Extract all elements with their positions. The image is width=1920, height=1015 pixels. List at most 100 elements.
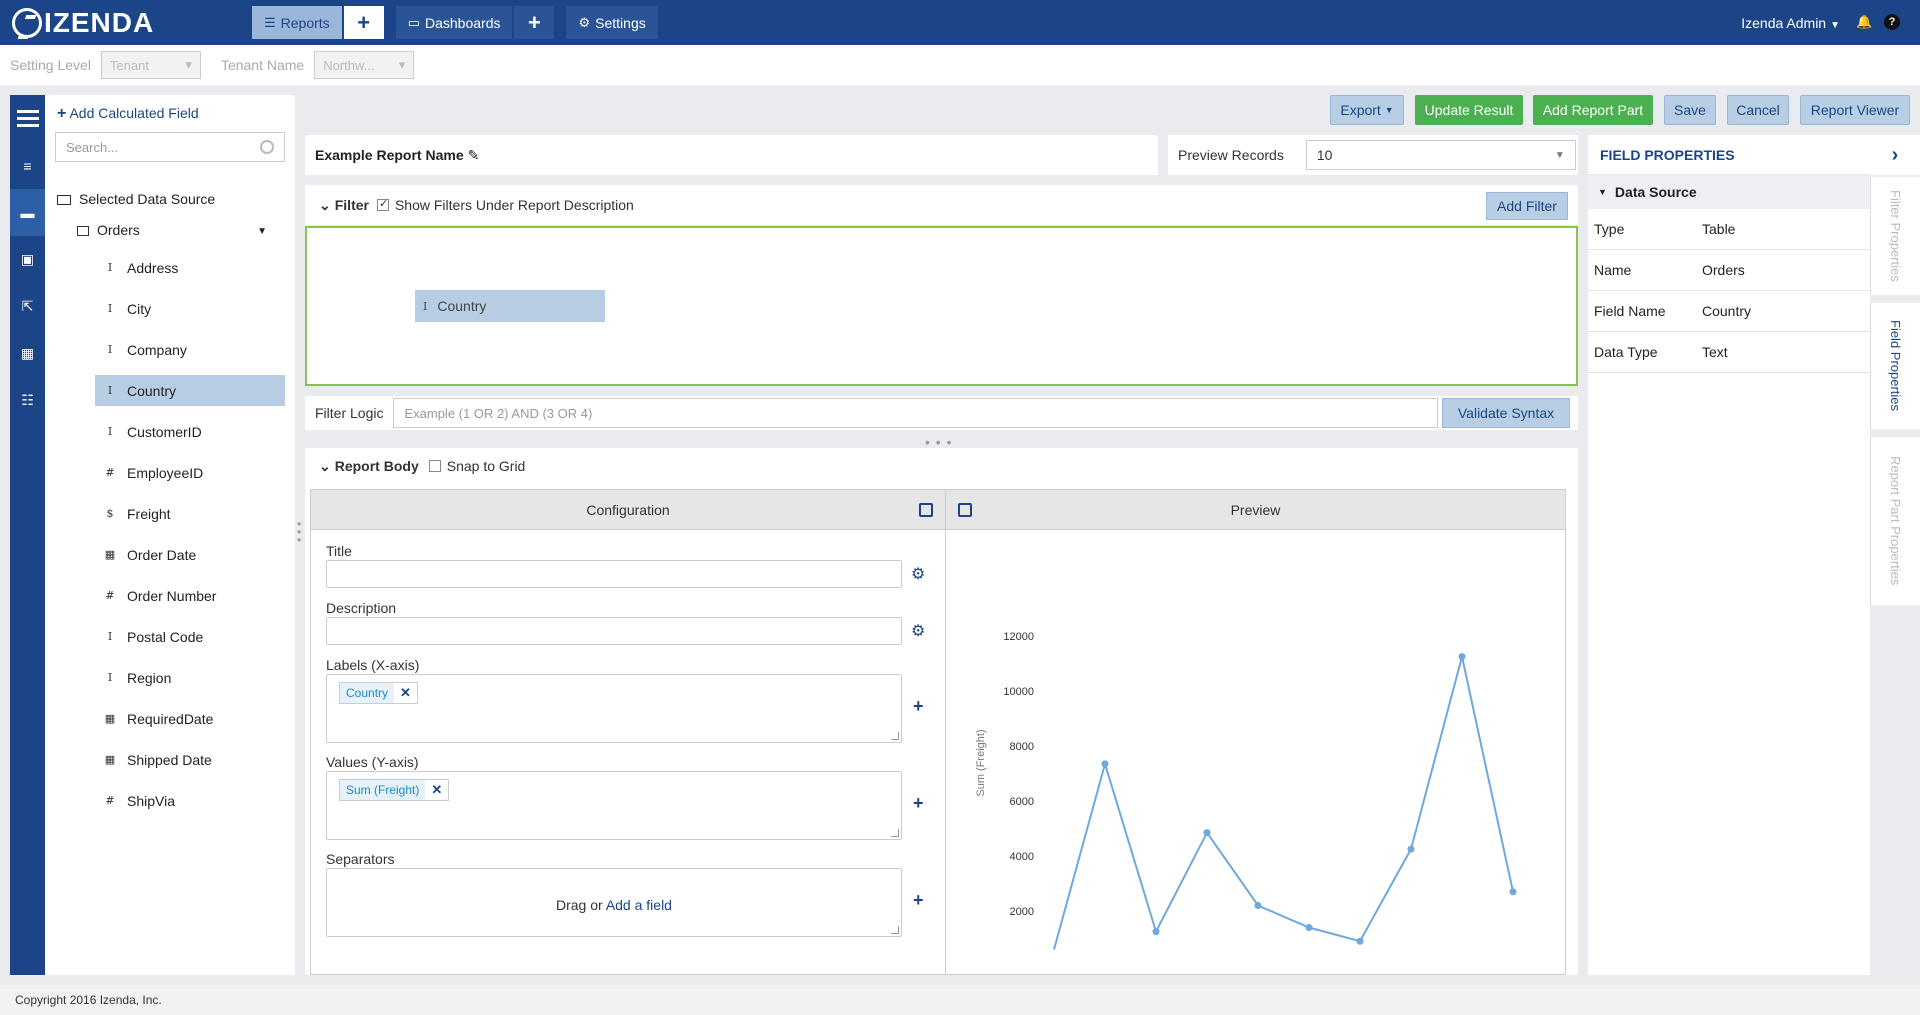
resize-handle[interactable] (891, 732, 899, 740)
field-item[interactable]: ▦ Shipped Date (95, 744, 285, 775)
close-icon[interactable]: ✕ (425, 782, 448, 798)
report-viewer-button[interactable]: Report Viewer (1800, 95, 1910, 125)
filter-drop-area[interactable]: I Country (305, 226, 1578, 386)
rail-export[interactable]: ⇱ (10, 283, 45, 330)
menu-toggle[interactable] (10, 95, 45, 142)
panel-resize-handle[interactable]: • • • (297, 518, 301, 546)
save-button[interactable]: Save (1664, 95, 1716, 125)
bell-icon[interactable]: 🔔 (1856, 14, 1872, 30)
data-point[interactable] (1509, 888, 1517, 896)
filter-logic-input[interactable]: Example (1 OR 2) AND (3 OR 4) (393, 398, 1439, 428)
field-item[interactable]: I City (95, 293, 285, 324)
tenant-name-select[interactable]: Northw... ▾ (314, 51, 415, 79)
export-label: Export (1340, 102, 1381, 118)
rail-format[interactable]: ▣ (10, 236, 45, 283)
field-properties-title: FIELD PROPERTIES (1588, 135, 1870, 175)
data-source-section[interactable]: ▼ Data Source (1588, 175, 1870, 209)
collapse-panel-icon[interactable] (919, 503, 933, 517)
settings-bar: Setting Level Tenant ▾ Tenant Name Northw… (0, 45, 1920, 85)
field-item[interactable]: I Address (95, 252, 285, 283)
field-item[interactable]: # ShipVia (95, 785, 285, 816)
add-filter-button[interactable]: Add Filter (1486, 192, 1568, 220)
field-item[interactable]: $ Freight (95, 498, 285, 529)
field-item[interactable]: I Region (95, 662, 285, 693)
rail-schedule[interactable]: ▦ (10, 330, 45, 377)
data-point[interactable] (1356, 937, 1364, 945)
report-name-box[interactable]: Example Report Name ✎ (305, 135, 1158, 175)
add-label-button[interactable]: + (913, 696, 924, 717)
expand-panel-icon[interactable] (958, 503, 972, 517)
field-item[interactable]: ▦ Order Date (95, 539, 285, 570)
add-report-part-button[interactable]: Add Report Part (1533, 95, 1653, 125)
chevron-right-icon[interactable]: › (1870, 135, 1920, 175)
data-source-title[interactable]: Selected Data Source (57, 191, 215, 207)
tab-filter-properties[interactable]: Filter Properties (1870, 177, 1920, 295)
add-separator-button[interactable]: + (913, 890, 924, 911)
tab-dashboards[interactable]: ▭ Dashboards (395, 6, 513, 39)
rail-settings[interactable]: ☷ (10, 377, 45, 424)
tab-settings-label: Settings (595, 14, 646, 31)
y-tick-label: 8000 (1010, 741, 1034, 753)
user-menu[interactable]: Izenda Admin ▼ (1741, 15, 1840, 31)
y-axis-label: Sum (Freight) (975, 729, 987, 796)
report-body-header: ⌄ Report Body Snap to Grid (305, 448, 1578, 484)
resize-handle[interactable] (891, 926, 899, 934)
description-input[interactable] (326, 617, 902, 645)
data-point[interactable] (1458, 653, 1466, 661)
data-point[interactable] (1407, 845, 1415, 853)
table-node-orders[interactable]: Orders ▼ (77, 222, 277, 238)
values-tag-sum-freight[interactable]: Sum (Freight) ✕ (339, 779, 450, 801)
data-point[interactable] (1305, 924, 1313, 931)
close-icon[interactable]: ✕ (394, 685, 417, 701)
chevron-down-icon: ▼ (1830, 20, 1840, 31)
title-input[interactable] (326, 560, 902, 588)
preview-records-select[interactable]: 10 ▼ (1305, 140, 1576, 170)
values-drop-zone[interactable]: Sum (Freight) ✕ (326, 771, 902, 840)
field-item[interactable]: I Country (95, 375, 285, 406)
update-result-button[interactable]: Update Result (1415, 95, 1523, 125)
rail-fields[interactable]: ▬ (10, 189, 45, 236)
new-report-button[interactable]: + (343, 6, 384, 39)
snap-to-grid-checkbox[interactable] (428, 460, 441, 472)
tab-report-part-properties[interactable]: Report Part Properties (1870, 437, 1920, 605)
chevron-down-icon[interactable]: ⌄ (319, 197, 331, 214)
setting-level-select[interactable]: Tenant ▾ (100, 51, 201, 79)
labels-tag-country[interactable]: Country ✕ (339, 682, 418, 704)
new-dashboard-button[interactable]: + (514, 6, 555, 39)
add-field-link[interactable]: Add a field (606, 897, 672, 913)
gear-icon[interactable]: ⚙ (911, 621, 925, 641)
cancel-button[interactable]: Cancel (1727, 95, 1789, 125)
labels-drop-zone[interactable]: Country ✕ (326, 674, 902, 743)
filter-title[interactable]: Filter (335, 197, 369, 213)
chevron-down-icon: ▼ (1554, 149, 1565, 161)
field-item[interactable]: # EmployeeID (95, 457, 285, 488)
separators-drop-zone[interactable]: Drag or Add a field (326, 868, 902, 937)
report-body-title[interactable]: Report Body (335, 458, 419, 474)
data-point[interactable] (1254, 902, 1262, 909)
export-button[interactable]: Export ▼ (1330, 95, 1404, 125)
data-point[interactable] (1203, 829, 1211, 837)
field-search-input[interactable]: Search... (55, 132, 285, 162)
resize-handle[interactable] (891, 829, 899, 837)
field-item[interactable]: I Company (95, 334, 285, 365)
pencil-icon[interactable]: ✎ (468, 147, 480, 164)
rail-data-sources[interactable]: ≡ (10, 142, 45, 189)
validate-syntax-button[interactable]: Validate Syntax (1442, 398, 1570, 428)
show-filters-checkbox[interactable] (376, 197, 389, 211)
data-point[interactable] (1152, 928, 1160, 936)
filter-chip-country[interactable]: I Country (415, 290, 605, 322)
tab-reports[interactable]: ☰ Reports (252, 6, 342, 39)
data-point[interactable] (1101, 760, 1109, 768)
field-item[interactable]: I Postal Code (95, 621, 285, 652)
field-item[interactable]: # Order Number (95, 580, 285, 611)
field-item[interactable]: I CustomerID (95, 416, 285, 447)
add-value-button[interactable]: + (913, 793, 924, 814)
chevron-down-icon[interactable]: ⌄ (319, 458, 331, 475)
add-calculated-field-link[interactable]: + Add Calculated Field (57, 105, 199, 123)
field-type-icon: ▦ (104, 712, 116, 725)
field-item[interactable]: ▦ RequiredDate (95, 703, 285, 734)
tab-field-properties[interactable]: Field Properties (1870, 303, 1920, 429)
gear-icon[interactable]: ⚙ (911, 564, 925, 584)
tab-settings[interactable]: ⚙ Settings (566, 6, 658, 39)
help-icon[interactable]: ? (1884, 14, 1900, 30)
